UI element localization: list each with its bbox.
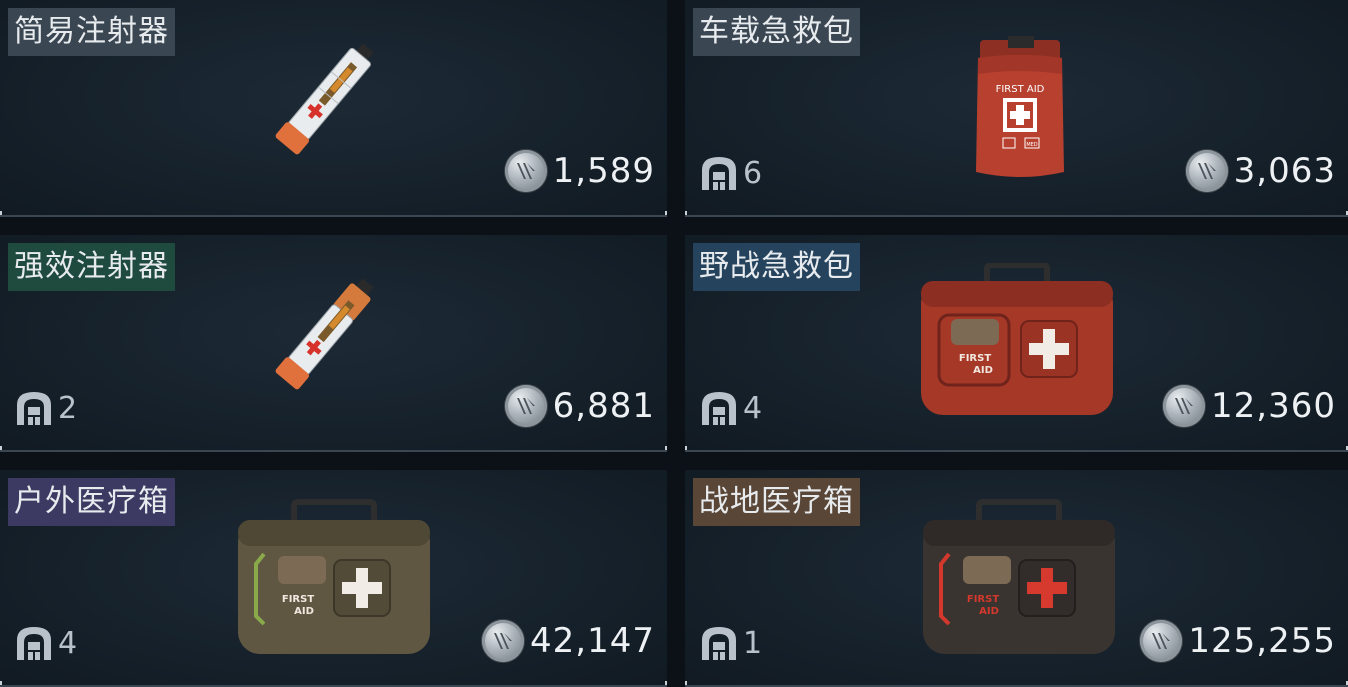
kit-label-line1: FIRST <box>959 353 991 364</box>
currency-coin-icon <box>1163 385 1206 427</box>
stash-icon <box>17 392 51 425</box>
kit-label-line2: AID <box>979 606 999 617</box>
price: 125,255 <box>1140 619 1336 663</box>
outdoor-medical-box-icon: FIRST AID <box>238 499 430 654</box>
price-value: 1,589 <box>552 151 655 191</box>
price-value: 6,881 <box>552 386 655 426</box>
owned-quantity: 1 <box>699 623 762 663</box>
syringe-strong-icon <box>275 278 374 390</box>
kit-label-line2: AID <box>294 606 314 617</box>
bag-tag: MED <box>1026 142 1037 148</box>
item-card-vehicle-first-aid[interactable]: 车载急救包 FIRST AID MED 6 3,063 <box>685 0 1348 217</box>
currency-coin-icon <box>504 150 547 192</box>
quantity-value: 4 <box>58 625 78 661</box>
stash-icon <box>702 392 736 425</box>
quantity-value: 2 <box>58 390 78 426</box>
stash-icon <box>17 627 51 660</box>
currency-coin-icon <box>1185 150 1228 192</box>
battlefield-medical-box-icon: FIRST AID <box>923 499 1115 654</box>
vehicle-first-aid-bag-icon: FIRST AID MED <box>976 36 1064 177</box>
currency-coin-icon <box>504 385 547 427</box>
owned-quantity: 4 <box>699 388 762 428</box>
price-value: 12,360 <box>1211 386 1336 426</box>
item-name: 野战急救包 <box>693 243 860 291</box>
item-name: 强效注射器 <box>8 243 175 291</box>
price: 3,063 <box>1185 149 1336 193</box>
kit-label-line1: FIRST <box>967 594 999 605</box>
price: 6,881 <box>504 384 655 428</box>
bag-label: FIRST AID <box>996 84 1045 95</box>
owned-quantity: 6 <box>699 153 762 193</box>
currency-coin-icon <box>482 620 525 662</box>
item-card-battlefield-medical-box[interactable]: 战地医疗箱 FIRST AID 1 125,255 <box>685 470 1348 687</box>
owned-quantity: 4 <box>14 623 77 663</box>
price: 12,360 <box>1163 384 1336 428</box>
item-name: 户外医疗箱 <box>8 478 175 526</box>
quantity-value: 1 <box>743 625 763 661</box>
quantity-value: 6 <box>743 155 763 191</box>
kit-label-line1: FIRST <box>282 594 314 605</box>
quantity-value: 4 <box>743 390 763 426</box>
owned-quantity: 2 <box>14 388 77 428</box>
field-first-aid-kit-icon: FIRST AID <box>921 263 1113 415</box>
kit-label-line2: AID <box>973 365 993 376</box>
price-value: 42,147 <box>530 621 655 661</box>
syringe-basic-icon <box>275 43 374 155</box>
item-name: 车载急救包 <box>693 8 860 56</box>
item-name: 战地医疗箱 <box>693 478 860 526</box>
price: 42,147 <box>482 619 655 663</box>
item-name: 简易注射器 <box>8 8 175 56</box>
item-card-field-first-aid[interactable]: 野战急救包 FIRST AID 4 12,360 <box>685 235 1348 452</box>
item-card-strong-syringe[interactable]: 强效注射器 2 6,881 <box>0 235 667 452</box>
stash-icon <box>702 157 736 190</box>
item-card-outdoor-medical-box[interactable]: 户外医疗箱 FIRST AID 4 42,147 <box>0 470 667 687</box>
price-value: 125,255 <box>1188 621 1336 661</box>
item-grid: 简易注射器 1,589 车载急救包 FIRST AID MED 6 3,063 … <box>0 0 1348 687</box>
price: 1,589 <box>504 149 655 193</box>
item-card-simple-syringe[interactable]: 简易注射器 1,589 <box>0 0 667 217</box>
price-value: 3,063 <box>1233 151 1336 191</box>
stash-icon <box>702 627 736 660</box>
currency-coin-icon <box>1140 620 1183 662</box>
